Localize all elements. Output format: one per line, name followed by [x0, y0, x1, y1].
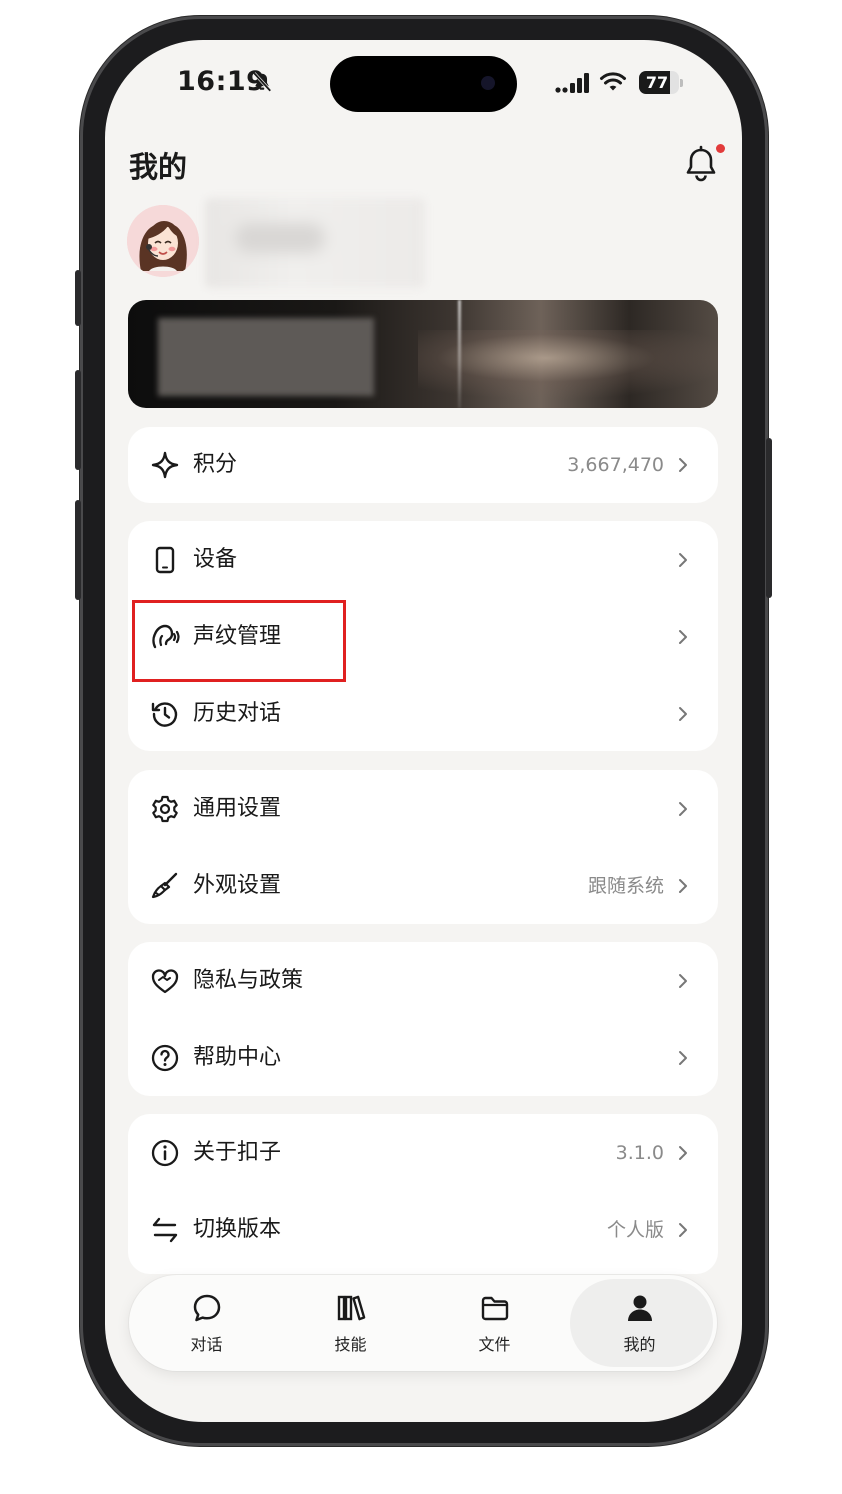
gear-icon	[152, 795, 178, 823]
banner-text-redacted	[158, 318, 374, 396]
chevron-right-icon	[679, 458, 687, 472]
cellular-signal-icon	[555, 73, 589, 93]
menu-row-points[interactable]: 积分 3,667,470	[128, 427, 718, 503]
sparkle-icon	[151, 451, 179, 479]
bell-slash-icon	[253, 72, 272, 92]
battery-indicator: 77	[639, 71, 683, 94]
menu-row-general-settings[interactable]: 通用设置	[128, 771, 718, 847]
screen: 16:19 77 我的 积分 3,667,470 设备 声纹管理 历史对话 通用…	[105, 40, 742, 1422]
menu-row-help[interactable]: 帮助中心	[128, 1020, 718, 1096]
about-card: 关于扣子 3.1.0 切换版本 个人版	[128, 1114, 718, 1274]
switch-version-label: 切换版本	[193, 1217, 282, 1242]
tab-profile[interactable]: 我的	[566, 1275, 713, 1371]
chevron-right-icon	[679, 974, 687, 988]
devices-label: 设备	[193, 547, 238, 572]
menu-row-appearance-settings[interactable]: 外观设置 跟随系统	[128, 848, 718, 924]
bottom-tab-bar: 对话 技能 文件 我的	[129, 1275, 717, 1371]
menu-row-about[interactable]: 关于扣子 3.1.0	[128, 1115, 718, 1191]
privacy-label: 隐私与政策	[193, 968, 304, 993]
action-button	[75, 270, 81, 326]
chat-bubble-icon	[193, 1294, 221, 1322]
page-title: 我的	[129, 150, 188, 184]
battery-level: 77	[645, 73, 669, 92]
appearance-value: 跟随系统	[587, 875, 664, 897]
person-icon	[628, 1295, 652, 1321]
tab-label: 我的	[623, 1335, 656, 1354]
settings-card: 通用设置 外观设置 跟随系统	[128, 770, 718, 924]
support-card: 隐私与政策 帮助中心	[128, 942, 718, 1096]
version-value: 3.1.0	[615, 1142, 664, 1164]
volume-down-button	[75, 500, 81, 600]
points-label: 积分	[193, 452, 238, 477]
menu-row-history[interactable]: 历史对话	[128, 676, 718, 752]
chevron-right-icon	[679, 553, 687, 567]
help-circle-icon	[151, 1044, 179, 1072]
notification-dot	[716, 144, 725, 153]
help-label: 帮助中心	[193, 1045, 282, 1070]
avatar[interactable]	[127, 205, 199, 277]
folder-icon	[481, 1296, 509, 1321]
chevron-right-icon	[679, 802, 687, 816]
chevron-right-icon	[679, 707, 687, 721]
username-redacted	[205, 198, 425, 288]
history-clock-icon	[151, 702, 178, 727]
chevron-right-icon	[679, 1051, 687, 1065]
points-card: 积分 3,667,470	[128, 427, 718, 503]
chevron-right-icon	[679, 630, 687, 644]
power-button	[766, 438, 772, 598]
notification-bell-icon[interactable]	[683, 144, 719, 184]
tab-label: 对话	[190, 1335, 223, 1354]
paint-brush-icon	[151, 872, 178, 899]
appearance-settings-label: 外观设置	[193, 873, 282, 898]
heart-handshake-icon	[151, 969, 179, 994]
tab-label: 技能	[334, 1335, 367, 1354]
phone-device-icon	[155, 546, 175, 574]
menu-row-switch-version[interactable]: 切换版本 个人版	[128, 1192, 718, 1268]
about-label: 关于扣子	[193, 1140, 282, 1165]
general-settings-label: 通用设置	[193, 796, 282, 821]
menu-row-devices[interactable]: 设备	[128, 522, 718, 598]
menu-row-privacy[interactable]: 隐私与政策	[128, 943, 718, 1019]
chevron-right-icon	[679, 1223, 687, 1237]
books-icon	[337, 1295, 366, 1321]
tab-skills[interactable]: 技能	[277, 1275, 424, 1371]
wifi-icon	[600, 72, 626, 91]
dynamic-island	[330, 56, 517, 112]
volume-up-button	[75, 370, 81, 470]
chevron-right-icon	[679, 1146, 687, 1160]
status-bar: 16:19 77	[105, 40, 742, 130]
history-label: 历史对话	[193, 701, 282, 726]
points-value: 3,667,470	[567, 454, 664, 476]
swap-arrows-icon	[152, 1217, 178, 1243]
promo-banner[interactable]	[128, 300, 718, 408]
avatar-image	[127, 205, 199, 277]
info-circle-icon	[151, 1139, 179, 1167]
edition-value: 个人版	[606, 1219, 664, 1241]
tab-chat[interactable]: 对话	[133, 1275, 280, 1371]
tab-files[interactable]: 文件	[421, 1275, 568, 1371]
chevron-right-icon	[679, 879, 687, 893]
highlight-box	[132, 600, 346, 682]
tab-label: 文件	[478, 1335, 511, 1354]
